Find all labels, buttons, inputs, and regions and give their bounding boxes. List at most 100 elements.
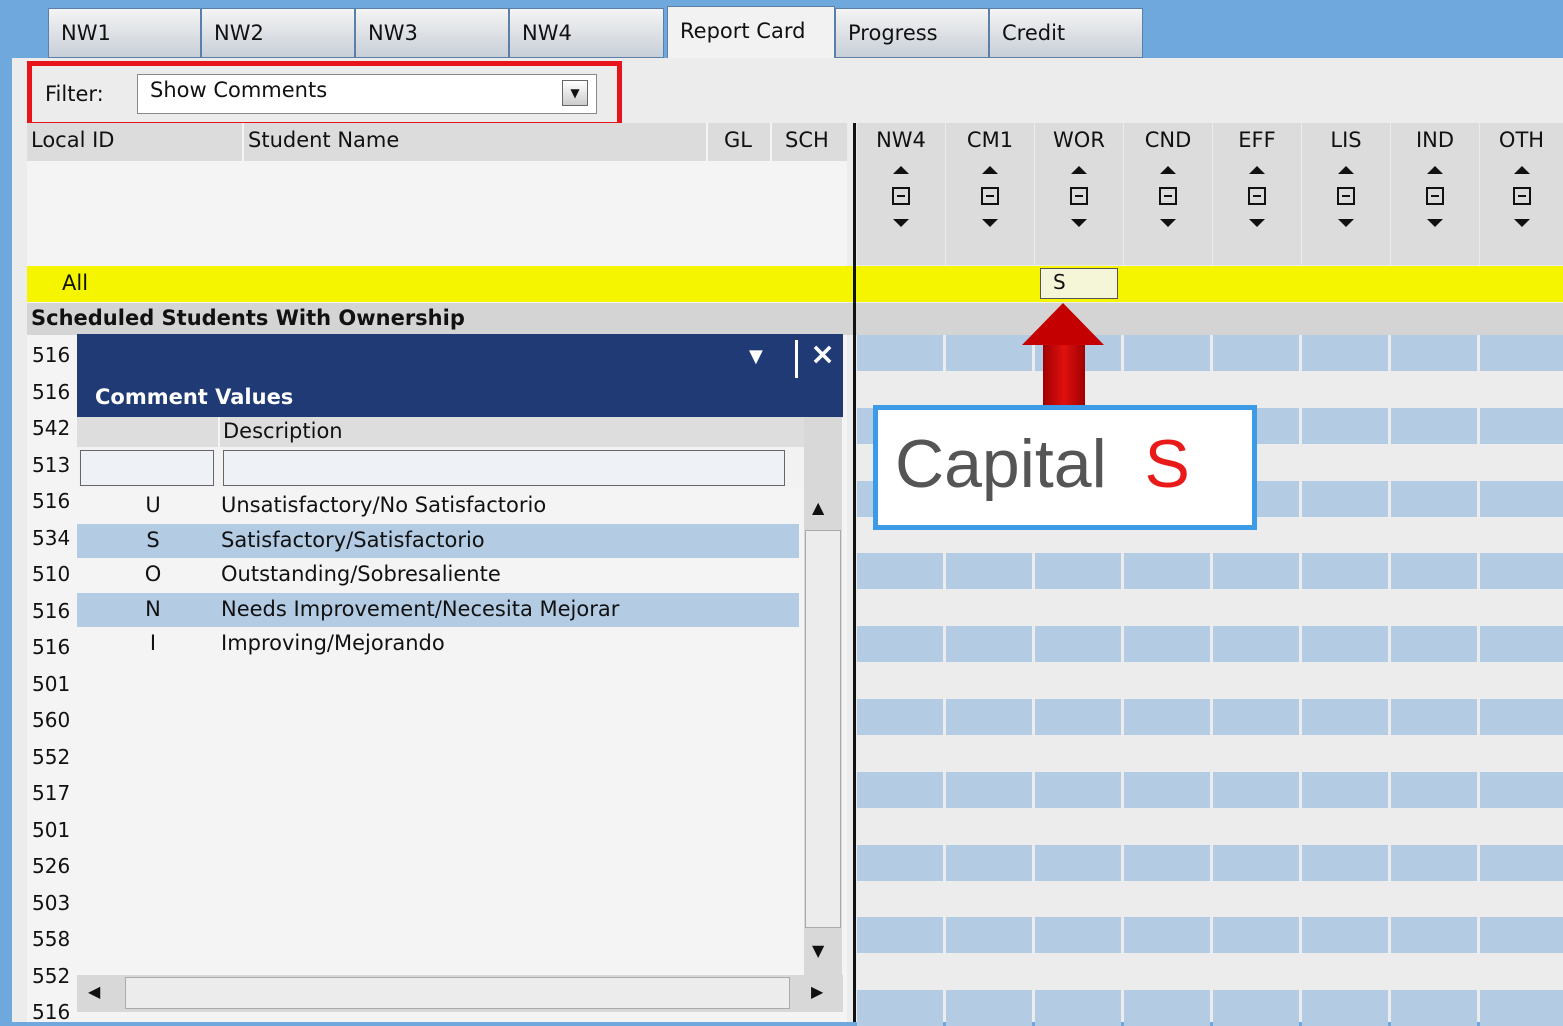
- grade-cell[interactable]: [1391, 808, 1477, 844]
- close-icon[interactable]: ×: [810, 337, 835, 372]
- chevron-down-icon[interactable]: ▼: [749, 346, 763, 367]
- student-id[interactable]: 552: [32, 745, 70, 769]
- grade-cell[interactable]: [1124, 335, 1210, 371]
- collapse-icon[interactable]: [1248, 187, 1266, 205]
- grade-cell[interactable]: [1302, 590, 1388, 626]
- grade-cell[interactable]: [1035, 626, 1121, 662]
- grade-cell[interactable]: [1480, 481, 1563, 517]
- tab-nw1[interactable]: NW1: [48, 8, 201, 58]
- grade-cell[interactable]: [946, 371, 1032, 407]
- grade-cell[interactable]: [1391, 444, 1477, 480]
- horizontal-scroll-thumb[interactable]: [125, 977, 790, 1009]
- grade-cell[interactable]: [1480, 917, 1563, 953]
- wor-all-cell-input[interactable]: S: [1040, 268, 1118, 299]
- grade-cell[interactable]: [946, 663, 1032, 699]
- grade-cell[interactable]: [857, 845, 943, 881]
- grade-cell[interactable]: [1213, 335, 1299, 371]
- collapse-icon[interactable]: [1159, 187, 1177, 205]
- grade-cell[interactable]: [1302, 845, 1388, 881]
- collapse-icon[interactable]: [981, 187, 999, 205]
- student-id[interactable]: 516: [32, 380, 70, 404]
- student-id[interactable]: 542: [32, 416, 70, 440]
- grade-cell[interactable]: [1035, 881, 1121, 917]
- vertical-scroll-thumb[interactable]: [805, 530, 841, 928]
- grade-cell[interactable]: [1391, 335, 1477, 371]
- grade-cell[interactable]: [1480, 663, 1563, 699]
- grade-cell[interactable]: [1391, 699, 1477, 735]
- grade-cell[interactable]: [857, 990, 943, 1026]
- grade-cell[interactable]: [1480, 990, 1563, 1026]
- grade-cell[interactable]: [1302, 990, 1388, 1026]
- grade-cell[interactable]: [1213, 990, 1299, 1026]
- grade-cell[interactable]: [857, 590, 943, 626]
- student-id[interactable]: 534: [32, 526, 70, 550]
- tab-nw3[interactable]: NW3: [355, 8, 509, 58]
- sort-up-icon[interactable]: [1513, 166, 1530, 174]
- grade-cell[interactable]: [1391, 663, 1477, 699]
- grade-cell[interactable]: [857, 335, 943, 371]
- sch-header[interactable]: SCH: [785, 128, 829, 152]
- grade-cell[interactable]: [1391, 371, 1477, 407]
- grade-cell[interactable]: [1035, 808, 1121, 844]
- grade-cell[interactable]: [1302, 626, 1388, 662]
- grade-cell[interactable]: [1480, 553, 1563, 589]
- scroll-right-icon[interactable]: ▶: [811, 982, 823, 1001]
- code-filter-input[interactable]: [80, 450, 214, 486]
- collapse-icon[interactable]: [1070, 187, 1088, 205]
- scroll-down-icon[interactable]: ▼: [812, 941, 824, 960]
- grade-cell[interactable]: [946, 917, 1032, 953]
- grade-cell[interactable]: [1302, 408, 1388, 444]
- grade-cell[interactable]: [1213, 917, 1299, 953]
- grade-cell[interactable]: [1213, 881, 1299, 917]
- grade-cell[interactable]: [1480, 444, 1563, 480]
- sort-down-icon[interactable]: [893, 219, 909, 227]
- tab-nw4[interactable]: NW4: [509, 8, 664, 58]
- description-header[interactable]: Description: [223, 419, 343, 443]
- grade-cell[interactable]: [857, 808, 943, 844]
- grade-cell[interactable]: [1213, 954, 1299, 990]
- grade-cell[interactable]: [1213, 699, 1299, 735]
- grade-cell[interactable]: [857, 699, 943, 735]
- scroll-up-icon[interactable]: ▲: [812, 498, 824, 517]
- grade-cell[interactable]: [1035, 699, 1121, 735]
- tab-report-card[interactable]: Report Card: [667, 6, 835, 60]
- grade-cell[interactable]: [1302, 735, 1388, 771]
- student-id[interactable]: 516: [32, 599, 70, 623]
- grade-cell[interactable]: [1124, 371, 1210, 407]
- grade-cell[interactable]: [857, 553, 943, 589]
- grade-cell[interactable]: [1124, 845, 1210, 881]
- grade-cell[interactable]: [1302, 881, 1388, 917]
- grade-cell[interactable]: [1213, 663, 1299, 699]
- grade-cell[interactable]: [1302, 481, 1388, 517]
- grade-cell[interactable]: [1213, 772, 1299, 808]
- grade-cell[interactable]: [1302, 772, 1388, 808]
- grade-cell[interactable]: [1480, 699, 1563, 735]
- grade-cell[interactable]: [1391, 990, 1477, 1026]
- student-id[interactable]: 516: [32, 1000, 70, 1024]
- grade-cell[interactable]: [1124, 590, 1210, 626]
- grade-cell[interactable]: [1213, 626, 1299, 662]
- col-header-nw4[interactable]: NW4: [857, 123, 945, 265]
- grade-cell[interactable]: [946, 590, 1032, 626]
- grade-cell[interactable]: [1480, 881, 1563, 917]
- student-id[interactable]: 501: [32, 818, 70, 842]
- grade-cell[interactable]: [946, 626, 1032, 662]
- col-header-cnd[interactable]: CND: [1124, 123, 1212, 265]
- collapse-icon[interactable]: [1337, 187, 1355, 205]
- grade-cell[interactable]: [1124, 881, 1210, 917]
- grade-cell[interactable]: [1480, 626, 1563, 662]
- col-header-eff[interactable]: EFF: [1213, 123, 1301, 265]
- sort-up-icon[interactable]: [1249, 166, 1265, 174]
- tab-progress[interactable]: Progress: [835, 8, 989, 58]
- grade-cell[interactable]: [1391, 481, 1477, 517]
- grade-cell[interactable]: [1213, 553, 1299, 589]
- grade-cell[interactable]: [1480, 845, 1563, 881]
- grade-cell[interactable]: [1391, 517, 1477, 553]
- col-header-ind[interactable]: IND: [1391, 123, 1479, 265]
- col-header-lis[interactable]: LIS: [1302, 123, 1390, 265]
- grade-cell[interactable]: [1213, 371, 1299, 407]
- grade-cell[interactable]: [857, 371, 943, 407]
- grade-cell[interactable]: [1035, 954, 1121, 990]
- grade-cell[interactable]: [1302, 371, 1388, 407]
- grade-cell[interactable]: [1391, 917, 1477, 953]
